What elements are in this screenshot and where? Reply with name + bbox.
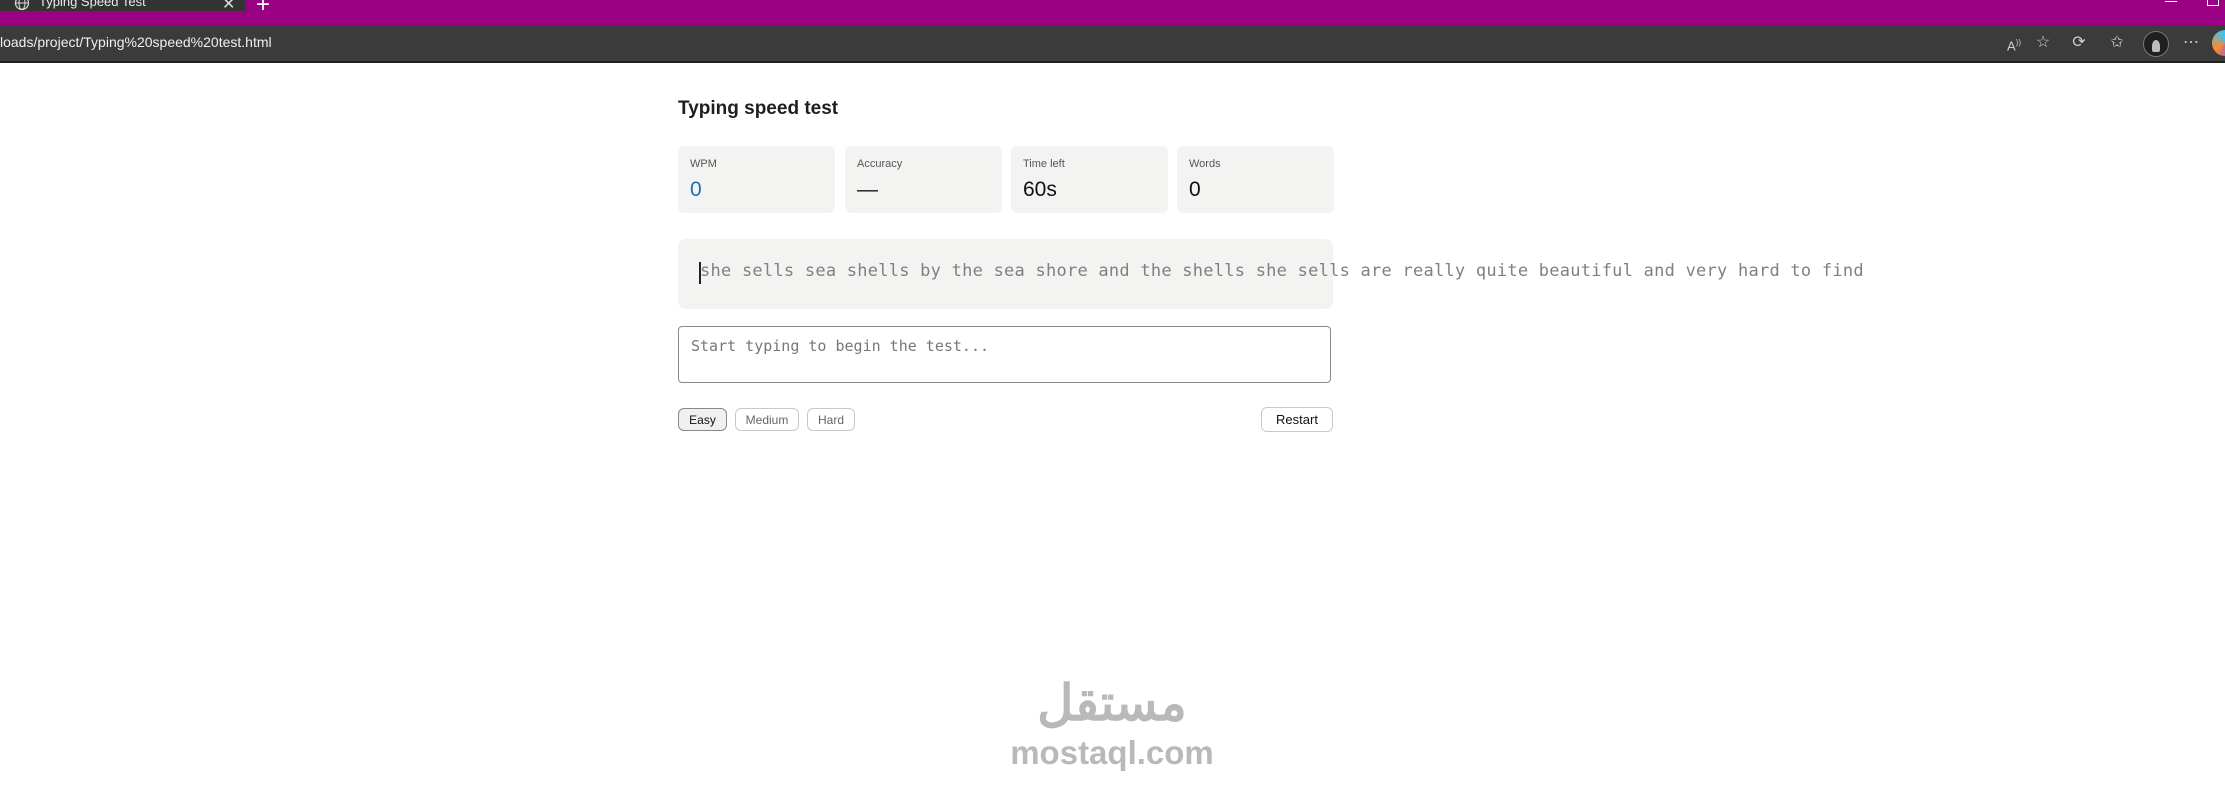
passage-text: she sells sea shells by the sea shore an…: [700, 261, 1864, 281]
wpm-label: WPM: [690, 158, 717, 170]
wpm-value: 0: [690, 178, 702, 201]
time-left-label: Time left: [1023, 158, 1065, 170]
browser-tab[interactable]: Typing Speed Test ✕: [0, 0, 245, 14]
watermark-logo: مستقل: [1037, 675, 1187, 731]
address-bar: loads/project/Typing%20speed%20test.html…: [0, 25, 2225, 63]
globe-icon: [14, 0, 30, 10]
browser-tab-strip: Typing Speed Test ✕ +: [0, 0, 2225, 25]
difficulty-easy-button[interactable]: Easy: [678, 408, 727, 431]
accuracy-card: Accuracy —: [845, 146, 1002, 213]
new-tab-button[interactable]: +: [256, 0, 270, 19]
url-field[interactable]: loads/project/Typing%20speed%20test.html: [0, 34, 272, 50]
difficulty-hard-button[interactable]: Hard: [807, 408, 855, 431]
favorites-list-icon[interactable]: ✩: [2107, 33, 2127, 53]
read-aloud-icon[interactable]: A)): [2004, 33, 2024, 53]
copilot-icon[interactable]: [2212, 30, 2225, 56]
time-left-card: Time left 60s: [1011, 146, 1168, 213]
more-menu-icon[interactable]: ⋯: [2181, 33, 2201, 53]
extensions-icon[interactable]: ⟳: [2069, 33, 2089, 53]
page-title: Typing speed test: [678, 98, 839, 119]
favorite-star-icon[interactable]: ☆: [2033, 33, 2053, 53]
close-tab-icon[interactable]: ✕: [222, 0, 235, 14]
time-left-value: 60s: [1023, 178, 1057, 201]
watermark-text: mostaql.com: [1010, 734, 1214, 771]
accuracy-value: —: [857, 178, 878, 201]
difficulty-medium-button[interactable]: Medium: [735, 408, 799, 431]
maximize-window-icon[interactable]: [2207, 0, 2219, 6]
accuracy-label: Accuracy: [857, 158, 903, 170]
restart-button[interactable]: Restart: [1261, 407, 1333, 432]
browser-tab-title: Typing Speed Test: [39, 0, 146, 9]
typing-input[interactable]: [678, 326, 1331, 383]
profile-avatar[interactable]: [2143, 31, 2169, 57]
words-card: Words 0: [1177, 146, 1334, 213]
words-value: 0: [1189, 178, 1201, 201]
text-caret: [699, 262, 701, 284]
words-label: Words: [1189, 158, 1221, 170]
wpm-card: WPM 0: [678, 146, 835, 213]
